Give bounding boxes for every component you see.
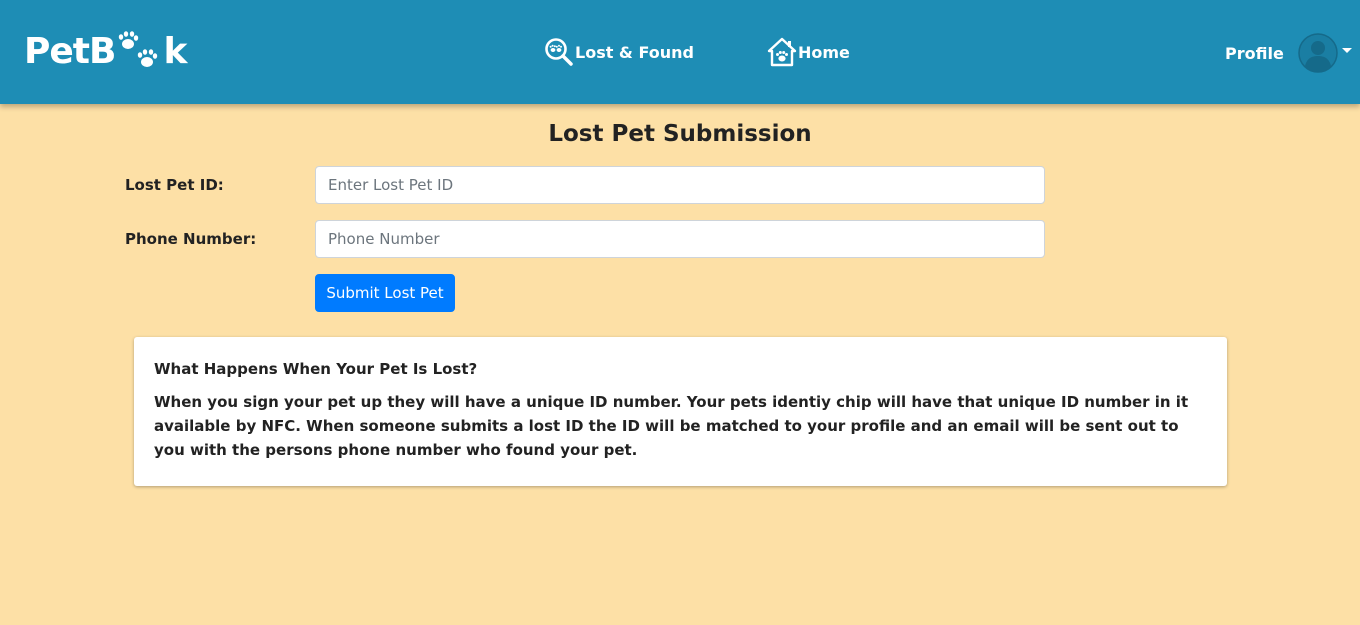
submit-lost-pet-button[interactable]: Submit Lost Pet <box>315 274 455 312</box>
pet-id-input[interactable] <box>315 166 1045 204</box>
nav-home-label: Home <box>798 42 850 62</box>
pet-id-label: Lost Pet ID: <box>125 176 224 194</box>
info-card: What Happens When Your Pet Is Lost? When… <box>134 337 1227 486</box>
nav-lost-found[interactable]: Lost & Found <box>543 36 694 68</box>
magnifier-paw-icon <box>543 36 575 68</box>
chevron-down-icon <box>1341 47 1352 53</box>
nav-lost-found-label: Lost & Found <box>575 42 694 62</box>
profile-label: Profile <box>1225 43 1284 63</box>
top-navbar: PetB k Lost & Found Home Profile <box>0 0 1360 104</box>
info-card-body: When you sign your pet up they will have… <box>154 393 1189 459</box>
info-card-title: What Happens When Your Pet Is Lost? <box>154 360 478 378</box>
avatar-icon <box>1298 33 1338 73</box>
page-title: Lost Pet Submission <box>548 121 812 147</box>
phone-number-input[interactable] <box>315 220 1045 258</box>
paw-prints-icon <box>116 31 162 71</box>
profile-dropdown[interactable]: Profile <box>1225 31 1352 75</box>
logo-text-suffix: k <box>163 30 187 72</box>
petbook-logo[interactable]: PetB k <box>24 26 187 76</box>
phone-label: Phone Number: <box>125 230 257 248</box>
house-paw-icon <box>766 36 798 68</box>
logo-text-prefix: PetB <box>24 30 116 72</box>
nav-home[interactable]: Home <box>766 36 850 68</box>
